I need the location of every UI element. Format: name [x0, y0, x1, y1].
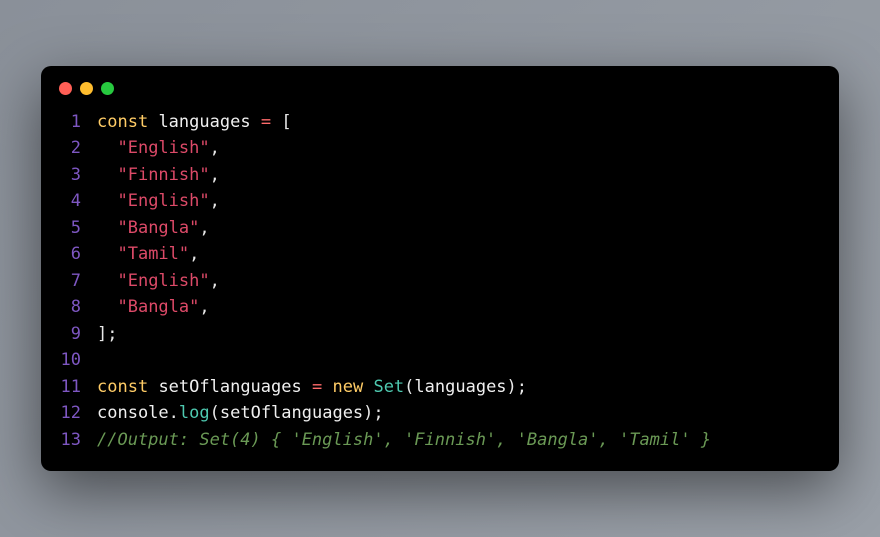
- line-number: 7: [41, 268, 97, 295]
- code-content: "Bangla",: [97, 294, 210, 321]
- code-content: const setOflanguages = new Set(languages…: [97, 374, 527, 401]
- code-line: 12console.log(setOflanguages);: [41, 400, 839, 427]
- code-line: 6 "Tamil",: [41, 241, 839, 268]
- code-content: "English",: [97, 188, 220, 215]
- code-line: 8 "Bangla",: [41, 294, 839, 321]
- line-number: 2: [41, 135, 97, 162]
- code-line: 3 "Finnish",: [41, 162, 839, 189]
- code-line: 11const setOflanguages = new Set(languag…: [41, 374, 839, 401]
- code-content: "Bangla",: [97, 215, 210, 242]
- window-titlebar: [41, 66, 839, 103]
- minimize-icon[interactable]: [80, 82, 93, 95]
- code-content: "English",: [97, 135, 220, 162]
- line-number: 12: [41, 400, 97, 427]
- code-line: 1const languages = [: [41, 109, 839, 136]
- code-line: 13//Output: Set(4) { 'English', 'Finnish…: [41, 427, 839, 454]
- code-content: //Output: Set(4) { 'English', 'Finnish',…: [97, 427, 711, 454]
- code-content: "Finnish",: [97, 162, 220, 189]
- line-number: 13: [41, 427, 97, 454]
- line-number: 10: [41, 347, 97, 374]
- line-number: 5: [41, 215, 97, 242]
- code-window: 1const languages = [2 "English",3 "Finni…: [41, 66, 839, 472]
- code-line: 7 "English",: [41, 268, 839, 295]
- code-editor: 1const languages = [2 "English",3 "Finni…: [41, 103, 839, 454]
- line-number: 6: [41, 241, 97, 268]
- line-number: 9: [41, 321, 97, 348]
- line-number: 1: [41, 109, 97, 136]
- code-content: console.log(setOflanguages);: [97, 400, 384, 427]
- code-line: 4 "English",: [41, 188, 839, 215]
- code-content: const languages = [: [97, 109, 292, 136]
- code-content: "English",: [97, 268, 220, 295]
- code-line: 2 "English",: [41, 135, 839, 162]
- line-number: 4: [41, 188, 97, 215]
- maximize-icon[interactable]: [101, 82, 114, 95]
- code-content: "Tamil",: [97, 241, 199, 268]
- code-content: ];: [97, 321, 117, 348]
- line-number: 3: [41, 162, 97, 189]
- code-line: 9];: [41, 321, 839, 348]
- close-icon[interactable]: [59, 82, 72, 95]
- line-number: 11: [41, 374, 97, 401]
- code-line: 5 "Bangla",: [41, 215, 839, 242]
- line-number: 8: [41, 294, 97, 321]
- code-line: 10: [41, 347, 839, 374]
